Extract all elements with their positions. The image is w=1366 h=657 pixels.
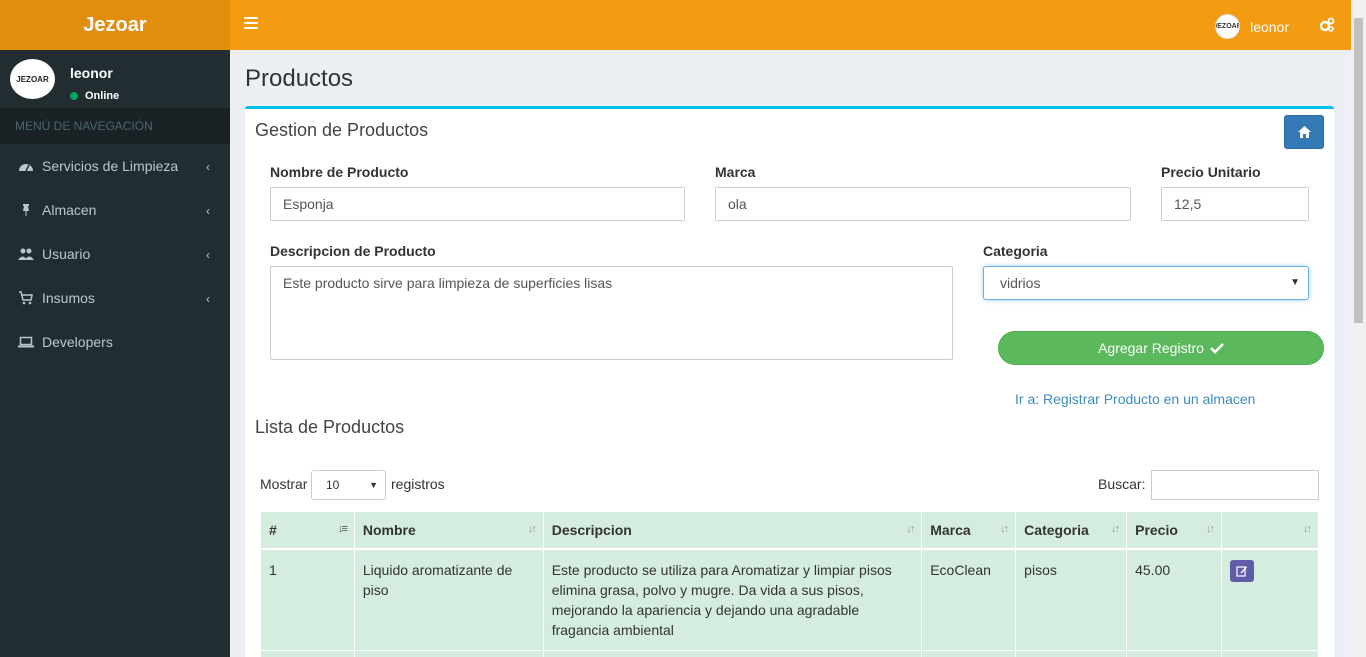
- sidebar-item-label: Developers: [42, 334, 113, 350]
- cart-icon: [19, 291, 33, 305]
- categoria-label: Categoria: [983, 243, 1048, 259]
- home-button[interactable]: [1284, 115, 1324, 149]
- dashboard-icon: [19, 164, 33, 172]
- sidebar-item-servicios[interactable]: Servicios de Limpieza ‹: [0, 144, 230, 188]
- add-record-label: Agregar Registro: [1098, 340, 1204, 356]
- column-label: Precio: [1135, 521, 1178, 538]
- chevron-left-icon: ‹: [206, 160, 210, 174]
- brand-logo[interactable]: Jezoar: [0, 0, 230, 50]
- records-label: registros: [391, 476, 445, 492]
- column-label: Categoria: [1024, 521, 1089, 538]
- thumbtack-icon: [23, 204, 29, 216]
- sidebar-user-name: leonor: [70, 65, 113, 81]
- descripcion-field[interactable]: Este producto sirve para limpieza de sup…: [270, 266, 953, 360]
- column-header-descripcion[interactable]: Descripcion ↓↑: [542, 511, 923, 550]
- sort-icon: ↓↑: [1206, 523, 1215, 535]
- gears-icon[interactable]: [1319, 17, 1335, 33]
- add-record-button[interactable]: Agregar Registro: [998, 331, 1324, 365]
- column-label: Descripcion: [551, 521, 632, 538]
- user-menu[interactable]: JEZOAR leonor: [1215, 14, 1289, 39]
- column-header-actions[interactable]: ↓↑: [1221, 511, 1319, 550]
- box-title: Gestion de Productos: [255, 120, 429, 140]
- column-label: Nombre: [362, 521, 416, 538]
- home-icon: [1297, 126, 1311, 138]
- avatar: JEZOAR: [1215, 14, 1241, 39]
- dropdown-arrow-icon: ▼: [1290, 277, 1300, 288]
- nombre-label: Nombre de Producto: [270, 164, 409, 180]
- avatar: JEZOAR: [10, 59, 55, 99]
- search-label: Buscar:: [1098, 476, 1146, 492]
- table-row: [260, 649, 1319, 657]
- marca-field[interactable]: ola: [715, 187, 1131, 221]
- column-header-num[interactable]: # ↓≡: [260, 511, 355, 550]
- chevron-left-icon: ‹: [206, 248, 210, 262]
- search-input[interactable]: [1151, 470, 1319, 500]
- column-label: Marca: [930, 521, 971, 538]
- show-label: Mostrar: [260, 476, 308, 492]
- users-icon: [18, 248, 34, 260]
- user-panel: JEZOAR leonor Online: [0, 50, 230, 108]
- page-title: Productos: [245, 65, 354, 92]
- sidebar-toggle-icon[interactable]: [244, 17, 258, 31]
- cell-descripcion: Este producto se utiliza para Aromatizar…: [542, 548, 923, 651]
- dropdown-arrow-icon: ▼: [369, 480, 378, 490]
- column-header-marca[interactable]: Marca ↓↑: [921, 511, 1017, 550]
- sidebar-item-usuario[interactable]: Usuario ‹: [0, 232, 230, 276]
- column-header-categoria[interactable]: Categoria ↓↑: [1015, 511, 1128, 550]
- cell-actions: [1221, 548, 1319, 651]
- cell-precio: 45.00: [1126, 548, 1223, 651]
- edit-icon: [1236, 565, 1248, 577]
- sort-icon: ↓↑: [1303, 523, 1312, 535]
- products-table: # ↓≡ Nombre ↓↑ Descripcion ↓↑ Marca ↓↑ Categ…: [260, 511, 1319, 657]
- sidebar-item-insumos[interactable]: Insumos ‹: [0, 276, 230, 320]
- column-label: #: [269, 521, 277, 538]
- categoria-select[interactable]: vidrios ▼: [983, 266, 1309, 300]
- nombre-field[interactable]: Esponja: [270, 187, 685, 221]
- sort-icon: ↓↑: [906, 523, 915, 535]
- sidebar: JEZOAR leonor Online MENÚ DE NAVEGACIÓN …: [0, 50, 230, 657]
- sidebar-item-label: Servicios de Limpieza: [42, 158, 179, 174]
- categoria-selected-value: vidrios: [1000, 275, 1041, 291]
- precio-field[interactable]: 12,5: [1161, 187, 1309, 221]
- product-list-title: Lista de Productos: [255, 417, 405, 437]
- status-badge: Online: [70, 90, 119, 102]
- cell-nombre: Liquido aromatizante de piso: [353, 548, 544, 651]
- cell-categoria: pisos: [1015, 548, 1128, 651]
- table-header-row: # ↓≡ Nombre ↓↑ Descripcion ↓↑ Marca ↓↑ Categ…: [260, 511, 1319, 550]
- check-icon: [1209, 343, 1224, 354]
- sort-icon: ↓↑: [1111, 523, 1120, 535]
- scrollbar-thumb[interactable]: [1354, 18, 1363, 323]
- precio-label: Precio Unitario: [1161, 164, 1261, 180]
- marca-label: Marca: [715, 164, 756, 180]
- descripcion-label: Descripcion de Producto: [270, 243, 436, 259]
- sidebar-item-developers[interactable]: Developers: [0, 320, 230, 364]
- user-name: leonor: [1250, 18, 1289, 35]
- laptop-icon: [18, 336, 34, 348]
- page-length-select[interactable]: 10 ▼: [311, 470, 386, 500]
- sidebar-item-label: Usuario: [42, 246, 91, 262]
- online-dot-icon: [70, 92, 78, 100]
- sort-asc-icon: ↓≡: [337, 523, 348, 535]
- page-length-value: 10: [326, 478, 340, 492]
- sidebar-item-almacen[interactable]: Almacen ‹: [0, 188, 230, 232]
- cell-marca: EcoClean: [921, 548, 1017, 651]
- cell-actions: [1221, 649, 1319, 657]
- chevron-left-icon: ‹: [206, 204, 210, 218]
- status-label: Online: [85, 90, 120, 102]
- top-navbar: JEZOAR leonor: [230, 0, 1351, 50]
- cell-num: 1: [260, 548, 355, 651]
- product-management-box: Gestion de Productos Nombre de Producto …: [245, 106, 1334, 657]
- column-header-nombre[interactable]: Nombre ↓↑: [353, 511, 544, 550]
- sort-icon: ↓↑: [527, 523, 537, 535]
- page-scrollbar[interactable]: [1351, 0, 1366, 657]
- sidebar-item-label: Insumos: [42, 290, 95, 306]
- register-in-warehouse-link[interactable]: Ir a: Registrar Producto en un almacen: [1015, 391, 1255, 407]
- edit-button[interactable]: [1230, 559, 1255, 582]
- column-header-precio[interactable]: Precio ↓↑: [1126, 511, 1223, 550]
- nav-header: MENÚ DE NAVEGACIÓN: [0, 108, 230, 144]
- sidebar-item-label: Almacen: [42, 202, 97, 218]
- chevron-left-icon: ‹: [206, 292, 210, 306]
- sort-icon: ↓↑: [1000, 523, 1009, 535]
- table-row: 1 Liquido aromatizante de piso Este prod…: [260, 548, 1319, 651]
